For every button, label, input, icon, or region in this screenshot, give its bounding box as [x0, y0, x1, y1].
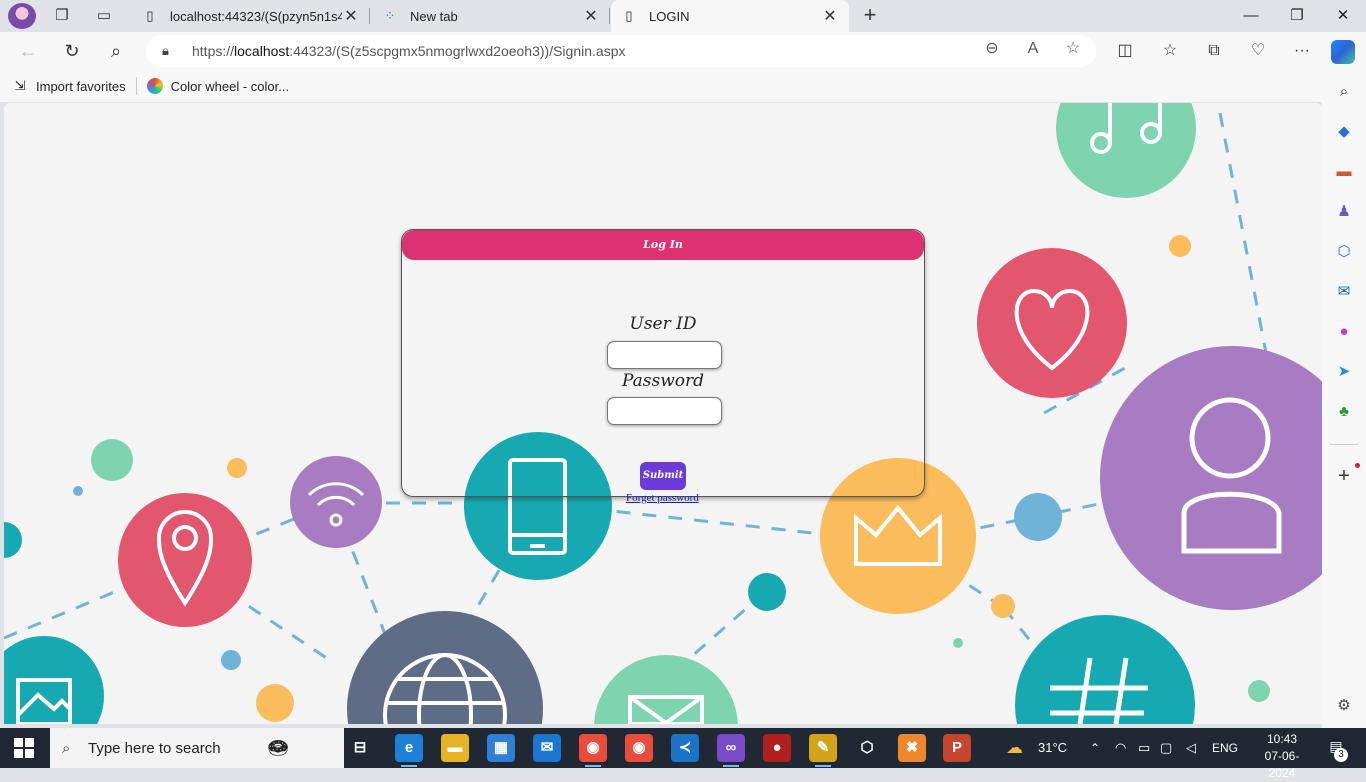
battery-icon[interactable]: ▭ [1138, 728, 1150, 768]
login-panel: Log In User ID Password Submit Forget pa… [401, 229, 925, 504]
zoom-out-icon[interactable]: ⊖ [982, 39, 1002, 59]
mail-icon[interactable]: ✉ [533, 734, 561, 762]
password-label: Password [621, 371, 705, 391]
favorite-label: Color wheel - color... [170, 78, 290, 94]
weather-icon[interactable]: ☁ [1006, 728, 1032, 768]
tab-login[interactable]: ▯ LOGIN ✕ [611, 0, 849, 32]
powerpoint-icon[interactable]: P [943, 734, 971, 762]
tab-label: New tab [410, 8, 458, 24]
taskbar-clock[interactable]: 10:43 07-06-2024 [1262, 731, 1302, 782]
userid-label: User ID [629, 314, 697, 334]
outlook-icon[interactable]: ✉ [1334, 282, 1354, 302]
refresh-button[interactable]: ↻ [60, 39, 84, 63]
tab-label: LOGIN [649, 8, 690, 24]
virtualbox-icon[interactable]: ⬡ [853, 734, 881, 762]
favorites-icon[interactable]: ☆ [1160, 41, 1180, 61]
userid-input[interactable] [607, 341, 722, 369]
search-placeholder: Type here to search [88, 739, 221, 757]
record-icon[interactable]: ● [763, 734, 791, 762]
split-screen-icon[interactable]: ◫ [1115, 41, 1135, 61]
games-icon[interactable]: ♟ [1334, 202, 1354, 222]
edge-newtab-icon: ⁘ [384, 8, 396, 23]
favorite-color-wheel[interactable]: Color wheel - color... [146, 78, 290, 94]
edge-sidebar: ⌕ ◆ ▬ ♟ ⬡ ✉ ● ➤ ♣ + ⚙ [1322, 70, 1366, 728]
windows-start-button[interactable] [14, 738, 34, 758]
vscode-icon[interactable]: ≺ [671, 734, 699, 762]
network-icon[interactable]: ◠ [1115, 728, 1126, 768]
shopping-tag-icon[interactable]: ◆ [1334, 122, 1354, 142]
volume-icon[interactable]: ◁ [1186, 728, 1196, 768]
task-view-icon[interactable]: ⊟ [346, 734, 374, 762]
close-icon[interactable]: ✕ [821, 6, 839, 26]
weather-temp[interactable]: 31°C [1038, 728, 1067, 768]
microsoft-store-icon[interactable]: ▦ [487, 734, 515, 762]
taskbar-search-box[interactable]: ⌕ Type here to search 🍩︎ [50, 728, 344, 768]
close-icon[interactable]: ✕ [582, 6, 600, 26]
read-aloud-icon[interactable]: A [1023, 39, 1043, 59]
favorite-label: Import favorites [36, 78, 126, 94]
search-icon[interactable]: ⌕ [104, 39, 128, 63]
workspaces-icon[interactable]: ❐ [52, 6, 72, 26]
back-button[interactable]: ← [16, 39, 40, 63]
language-indicator[interactable]: ENG [1212, 728, 1238, 768]
minimize-button[interactable]: — [1228, 0, 1274, 32]
browser-toolbar: ← ↻ ⌕ 🔒︎ https://localhost:44323/(S(z5sc… [0, 32, 1366, 70]
sidebar-search-icon[interactable]: ⌕ [1334, 82, 1354, 102]
color-wheel-icon [146, 78, 163, 94]
meet-icon[interactable]: ▢ [1160, 728, 1172, 768]
page-viewport: Log In User ID Password Submit Forget pa… [4, 103, 1322, 724]
microsoft365-icon[interactable]: ⬡ [1334, 242, 1354, 262]
tab-actions-icon[interactable]: ▭ [94, 6, 114, 26]
notification-dot [1355, 463, 1360, 468]
favorite-star-icon[interactable]: ☆ [1063, 39, 1083, 59]
submit-button[interactable]: Submit [640, 462, 686, 490]
search-icon: ⌕ [62, 739, 71, 757]
app-icon[interactable]: ✎ [809, 734, 837, 767]
favorite-import[interactable]: ⇲ Import favorites [12, 78, 126, 94]
clock-time: 10:43 [1266, 732, 1298, 746]
lock-icon[interactable]: 🔒︎ [162, 43, 178, 59]
forget-password-link[interactable]: Forget password [626, 492, 699, 504]
designer-icon[interactable]: ● [1334, 322, 1354, 342]
close-window-button[interactable]: ✕ [1320, 0, 1366, 32]
profile-avatar-icon[interactable] [8, 3, 36, 29]
close-icon[interactable]: ✕ [342, 6, 360, 26]
tab-new-tab[interactable]: ⁘ New tab ✕ [372, 0, 610, 32]
page-icon: ▯ [146, 8, 154, 23]
copilot-icon[interactable] [1331, 40, 1355, 64]
favorites-bar: ⇲ Import favorites Color wheel - color..… [0, 70, 1366, 102]
add-sidebar-app-icon[interactable]: + [1334, 466, 1354, 486]
more-menu-icon[interactable]: ··· [1292, 41, 1312, 61]
edge-taskbar-icon[interactable]: e [395, 734, 423, 767]
sidebar-settings-icon[interactable]: ⚙ [1334, 696, 1354, 716]
new-tab-button[interactable]: + [858, 4, 882, 28]
address-bar[interactable]: 🔒︎ https://localhost:44323/(S(z5scpgmx5n… [146, 35, 1096, 67]
address-url[interactable]: https://localhost:44323/(S(z5scpgmx5nmog… [192, 43, 625, 59]
restore-button[interactable]: ❐ [1274, 0, 1320, 32]
file-explorer-icon[interactable]: ▬ [441, 734, 469, 762]
tree-icon[interactable]: ♣ [1334, 402, 1354, 422]
tools-toolbox-icon[interactable]: ▬ [1334, 162, 1354, 182]
favorites-divider [135, 77, 137, 95]
login-header: Log In [402, 230, 924, 260]
password-input[interactable] [607, 397, 722, 425]
tab-localhost[interactable]: ▯ localhost:44323/(S(pzyn5n1s4vio ✕ [132, 0, 370, 32]
send-icon[interactable]: ➤ [1334, 362, 1354, 382]
clock-date: 07-06-2024 [1264, 749, 1300, 780]
chrome-profile-icon[interactable]: ◉ [579, 734, 607, 767]
notification-count: 3 [1334, 748, 1348, 762]
tab-label: localhost:44323/(S(pzyn5n1s4vio [170, 8, 342, 24]
windows-taskbar: ⌕ Type here to search 🍩︎ ⊟ e ▬ ▦ ✉ ◉ ◉ ≺… [0, 728, 1366, 780]
chrome-icon[interactable]: ◉ [625, 734, 653, 762]
chevron-up-icon[interactable]: ⌃ [1090, 728, 1100, 768]
visual-studio-icon[interactable]: ∞ [717, 734, 745, 767]
search-highlight-icon: 🍩︎ [266, 737, 290, 758]
browser-essentials-icon[interactable]: ♡ [1248, 41, 1268, 61]
tab-strip: ❐ ▭ ▯ localhost:44323/(S(pzyn5n1s4vio ✕ … [0, 0, 1366, 32]
sidebar-divider [1330, 444, 1358, 445]
xampp-icon[interactable]: ✖ [898, 734, 926, 762]
page-icon: ▯ [625, 8, 633, 23]
collections-icon[interactable]: ⧉ [1204, 41, 1224, 61]
import-icon: ⇲ [14, 78, 26, 93]
